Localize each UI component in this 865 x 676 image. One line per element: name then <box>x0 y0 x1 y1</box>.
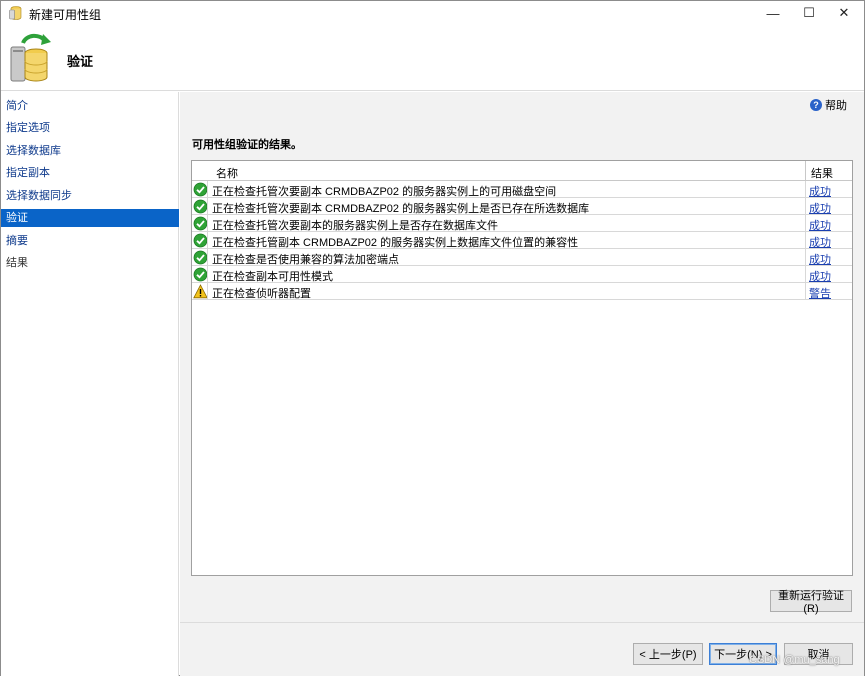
help-link[interactable]: ? 帮助 <box>810 97 847 113</box>
main-panel: ? 帮助 可用性组验证的结果。 名称 结果 正在检查托管次要副本 CRMDBAZ… <box>180 92 864 676</box>
row-name: 正在检查副本可用性模式 <box>212 271 333 283</box>
cell-divider <box>207 215 208 232</box>
row-name: 正在检查托管次要副本 CRMDBAZP02 的服务器实例上是否已存在所选数据库 <box>212 203 590 215</box>
cell-divider <box>805 215 806 232</box>
cell-divider <box>805 283 806 300</box>
cell-divider <box>207 283 208 300</box>
help-label: 帮助 <box>825 100 847 112</box>
success-check-icon <box>193 216 208 231</box>
rerun-validation-button[interactable]: 重新运行验证(R) <box>770 590 852 615</box>
success-check-icon <box>193 233 208 248</box>
row-name: 正在检查侦听器配置 <box>212 288 311 300</box>
wizard-window: 新建可用性组 — ☐ ✕ 验证 简介 指定选项 选择数据库 指定副本 选择数据同… <box>0 0 865 676</box>
title-bar: 新建可用性组 — ☐ ✕ <box>1 1 864 25</box>
minimize-button[interactable]: — <box>753 1 793 25</box>
sidebar-item-select-databases[interactable]: 选择数据库 <box>1 142 179 160</box>
row-name: 正在检查是否使用兼容的算法加密端点 <box>212 254 399 266</box>
table-row[interactable]: 正在检查托管次要副本 CRMDBAZP02 的服务器实例上是否已存在所选数据库 … <box>192 198 852 215</box>
sidebar-item-results: 结果 <box>6 257 28 269</box>
sidebar-item-data-sync[interactable]: 选择数据同步 <box>1 187 179 205</box>
previous-button[interactable]: < 上一步(P) <box>633 643 703 665</box>
success-check-icon <box>193 182 208 197</box>
column-header-result[interactable]: 结果 <box>811 165 833 181</box>
result-link[interactable]: 成功 <box>809 268 831 284</box>
validation-results-table: 名称 结果 正在检查托管次要副本 CRMDBAZP02 的服务器实例上的可用磁盘… <box>191 160 853 576</box>
table-row[interactable]: 正在检查托管次要副本的服务器实例上是否存在数据库文件 成功 <box>192 215 852 232</box>
cell-divider <box>207 249 208 266</box>
cell-divider <box>207 266 208 283</box>
cell-divider <box>207 181 208 198</box>
result-link[interactable]: 成功 <box>809 234 831 250</box>
result-link[interactable]: 警告 <box>809 285 831 301</box>
sidebar-item-specify-options[interactable]: 指定选项 <box>1 119 179 137</box>
column-divider <box>805 161 806 181</box>
success-check-icon <box>193 199 208 214</box>
cell-divider <box>805 266 806 283</box>
result-link[interactable]: 成功 <box>809 251 831 267</box>
success-check-icon <box>193 250 208 265</box>
row-name: 正在检查托管次要副本 CRMDBAZP02 的服务器实例上的可用磁盘空间 <box>212 186 557 198</box>
cell-divider <box>805 249 806 266</box>
wizard-sidebar: 简介 指定选项 选择数据库 指定副本 选择数据同步 验证 摘要 结果 <box>1 92 179 676</box>
section-title: 可用性组验证的结果。 <box>192 139 302 151</box>
cell-divider <box>207 198 208 215</box>
result-link[interactable]: 成功 <box>809 217 831 233</box>
sidebar-item-summary[interactable]: 摘要 <box>1 232 179 250</box>
database-refresh-icon <box>10 33 51 82</box>
sidebar-item-validation[interactable]: 验证 <box>1 209 179 227</box>
cell-divider <box>805 198 806 215</box>
table-header: 名称 结果 <box>192 161 852 181</box>
table-row[interactable]: 正在检查侦听器配置 警告 <box>192 283 852 300</box>
app-database-icon <box>9 6 22 20</box>
table-row[interactable]: 正在检查副本可用性模式 成功 <box>192 266 852 283</box>
page-header: 验证 <box>1 25 864 91</box>
table-row[interactable]: 正在检查托管副本 CRMDBAZP02 的服务器实例上数据库文件位置的兼容性 成… <box>192 232 852 249</box>
cell-divider <box>805 181 806 198</box>
success-check-icon <box>193 267 208 282</box>
watermark: CSDN @mu_sang <box>749 654 840 666</box>
sidebar-item-specify-replicas[interactable]: 指定副本 <box>1 164 179 182</box>
column-header-name[interactable]: 名称 <box>216 165 238 181</box>
result-link[interactable]: 成功 <box>809 200 831 216</box>
table-row[interactable]: 正在检查托管次要副本 CRMDBAZP02 的服务器实例上的可用磁盘空间 成功 <box>192 181 852 198</box>
maximize-button[interactable]: ☐ <box>789 1 829 25</box>
result-link[interactable]: 成功 <box>809 183 831 199</box>
page-title: 验证 <box>67 54 94 69</box>
footer-divider <box>180 622 864 623</box>
cell-divider <box>207 232 208 249</box>
warning-triangle-icon <box>193 284 208 299</box>
sidebar-item-intro[interactable]: 简介 <box>1 97 179 115</box>
table-row[interactable]: 正在检查是否使用兼容的算法加密端点 成功 <box>192 249 852 266</box>
close-button[interactable]: ✕ <box>824 1 864 25</box>
row-name: 正在检查托管次要副本的服务器实例上是否存在数据库文件 <box>212 220 498 232</box>
cell-divider <box>805 232 806 249</box>
row-name: 正在检查托管副本 CRMDBAZP02 的服务器实例上数据库文件位置的兼容性 <box>212 237 579 249</box>
window-title: 新建可用性组 <box>29 8 102 22</box>
help-icon: ? <box>810 99 822 111</box>
